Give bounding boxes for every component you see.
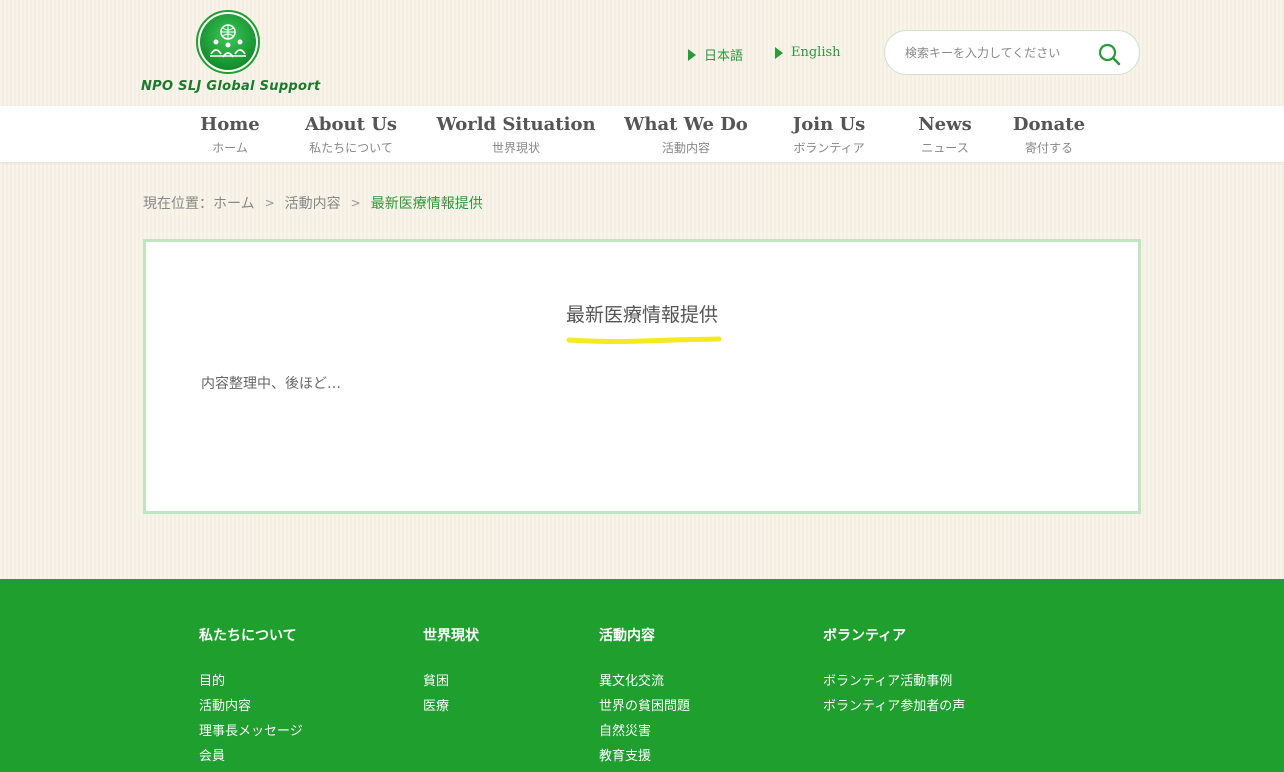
footer-column-title[interactable]: 私たちについて — [199, 625, 303, 645]
footer-link[interactable]: 医療 — [423, 694, 479, 719]
language-english-label: English — [791, 45, 841, 60]
language-japanese-link[interactable]: 日本語 — [688, 45, 743, 64]
title-underline-decoration — [566, 336, 722, 344]
breadcrumb-label: 現在位置： — [143, 196, 213, 212]
nav-item-about-us[interactable]: About Us 私たちについて — [305, 106, 397, 162]
triangle-right-icon — [775, 46, 783, 59]
nav-label-ja: 私たちについて — [309, 141, 393, 155]
nav-label-en: Home — [200, 114, 260, 135]
nav-label-ja: ボランティア — [793, 141, 865, 155]
search-box — [884, 30, 1140, 75]
footer-column-title[interactable]: 活動内容 — [599, 625, 690, 645]
breadcrumb-parent-link[interactable]: 活動内容 — [285, 193, 341, 213]
triangle-right-icon — [688, 48, 696, 61]
chevron-right-icon: > — [350, 196, 361, 210]
footer-column-title[interactable]: ボランティア — [823, 625, 965, 645]
footer-column-world: 世界現状 貧困 医療 — [423, 625, 479, 719]
content-body-text: 内容整理中、後ほど… — [201, 376, 341, 392]
nav-label-ja: 寄付する — [1024, 141, 1074, 155]
nav-label-en: What We Do — [624, 114, 748, 135]
footer-link[interactable]: ボランティア参加者の声 — [823, 694, 965, 719]
footer-column-volunteer: ボランティア ボランティア活動事例 ボランティア参加者の声 — [823, 625, 965, 719]
nav-item-what-we-do[interactable]: What We Do 活動内容 — [624, 106, 748, 162]
nav-item-join-us[interactable]: Join Us ボランティア — [793, 106, 866, 162]
footer-link[interactable]: 世界の貧困問題 — [599, 694, 690, 719]
site-logo[interactable]: NPO SLJ Global Support — [141, 10, 321, 98]
language-japanese-label: 日本語 — [704, 49, 744, 64]
footer-link[interactable]: 活動内容 — [199, 694, 303, 719]
nav-label-ja: 活動内容 — [661, 141, 711, 155]
search-icon[interactable] — [1097, 42, 1121, 66]
globe-hands-logo-icon — [196, 10, 260, 74]
nav-item-donate[interactable]: Donate 寄付する — [1013, 106, 1085, 162]
nav-label-en: About Us — [304, 114, 398, 135]
logo-text: NPO SLJ Global Support — [141, 79, 321, 94]
footer-column-title[interactable]: 世界現状 — [423, 625, 479, 645]
breadcrumb: 現在位置： ホーム > 活動内容 > 最新医療情報提供 — [143, 193, 483, 213]
footer-column-about: 私たちについて 目的 活動内容 理事長メッセージ 会員 — [199, 625, 303, 769]
nav-label-ja: ニュース — [921, 141, 969, 155]
search-input[interactable] — [905, 43, 1085, 63]
nav-item-home[interactable]: Home ホーム — [200, 106, 260, 162]
footer-column-activities: 活動内容 異文化交流 世界の貧困問題 自然災害 教育支援 — [599, 625, 690, 769]
nav-label-en: News — [918, 114, 972, 135]
footer-link[interactable]: ボランティア活動事例 — [823, 669, 965, 694]
chevron-right-icon: > — [264, 196, 275, 210]
nav-label-en: World Situation — [436, 114, 596, 135]
site-header: NPO SLJ Global Support 日本語 English — [0, 0, 1284, 106]
footer-link[interactable]: 目的 — [199, 669, 303, 694]
language-english-link[interactable]: English — [775, 45, 841, 60]
footer-link[interactable]: 会員 — [199, 744, 303, 769]
nav-label-en: Join Us — [792, 114, 866, 135]
breadcrumb-home-link[interactable]: ホーム — [213, 193, 255, 213]
nav-label-ja: ホーム — [212, 141, 248, 155]
nav-item-news[interactable]: News ニュース — [918, 106, 972, 162]
site-footer: 私たちについて 目的 活動内容 理事長メッセージ 会員 世界現状 貧困 医療 活… — [0, 579, 1284, 772]
nav-item-world-situation[interactable]: World Situation 世界現状 — [436, 106, 595, 162]
page-title: 最新医療情報提供 — [565, 304, 718, 326]
nav-label-en: Donate — [1012, 114, 1086, 135]
footer-link[interactable]: 教育支援 — [599, 744, 690, 769]
footer-link[interactable]: 異文化交流 — [599, 669, 690, 694]
nav-label-ja: 世界現状 — [491, 141, 541, 155]
footer-link[interactable]: 貧困 — [423, 669, 479, 694]
main-navigation: Home ホーム About Us 私たちについて World Situatio… — [0, 106, 1284, 162]
footer-link[interactable]: 理事長メッセージ — [199, 719, 303, 744]
breadcrumb-current: 最新医療情報提供 — [370, 196, 483, 212]
footer-link[interactable]: 自然災害 — [599, 719, 690, 744]
content-panel: 最新医療情報提供 内容整理中、後ほど… — [143, 239, 1141, 514]
